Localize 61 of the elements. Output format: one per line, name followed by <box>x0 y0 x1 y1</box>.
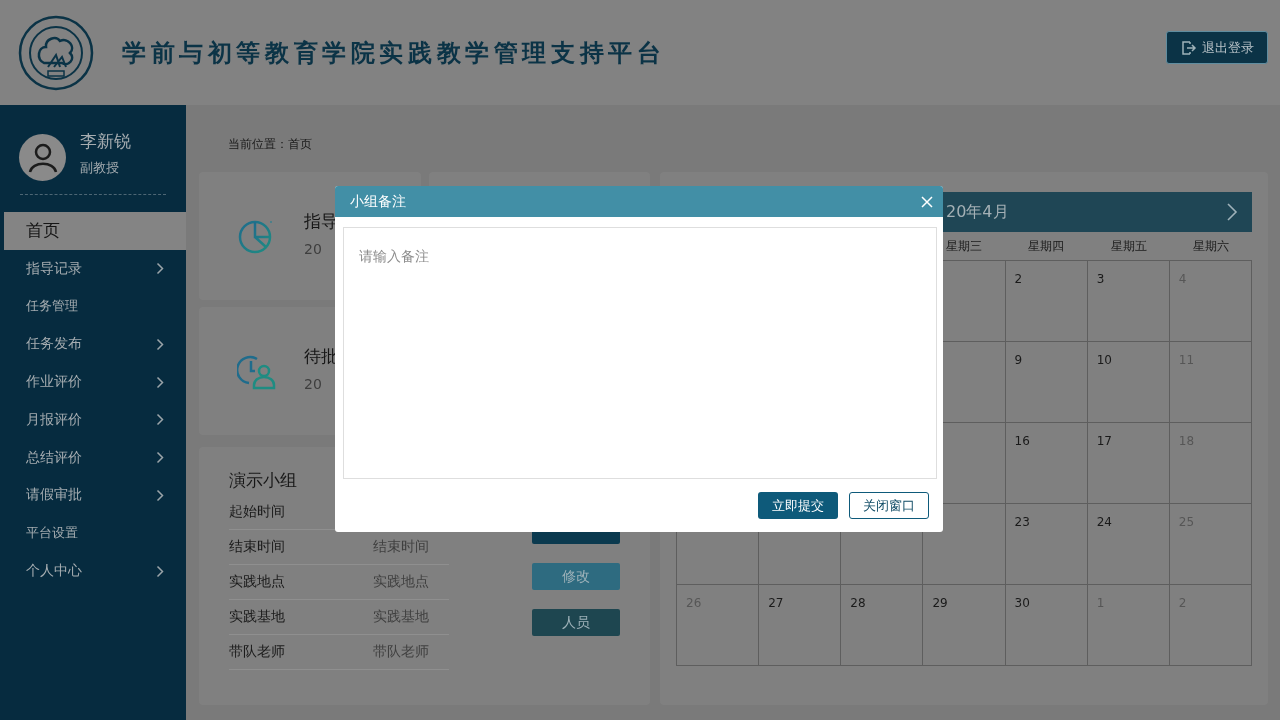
menu-item[interactable]: 总结评价 <box>4 438 186 477</box>
menu-item[interactable]: 个人中心 <box>4 552 186 590</box>
menu-item[interactable]: 作业评价 <box>4 363 186 401</box>
calendar-title: 20年4月 <box>946 201 1009 223</box>
weekday-label: 星期三 <box>945 237 983 255</box>
day-number: 28 <box>850 596 866 610</box>
day-number: 29 <box>932 596 948 610</box>
user-role: 副教授 <box>80 159 120 177</box>
chevron-right-icon <box>156 488 164 502</box>
field-value: 实践基地 <box>373 608 429 626</box>
day-number: 3 <box>1096 272 1105 286</box>
field-label: 实践基地 <box>229 608 285 626</box>
emblem-icon <box>18 14 94 91</box>
day-number: 9 <box>1014 353 1023 367</box>
field-label: 实践地点 <box>229 573 285 591</box>
avatar-icon <box>19 134 66 181</box>
menu-item[interactable]: 请假审批 <box>4 476 186 515</box>
day-number: 27 <box>768 596 784 610</box>
day-number: 10 <box>1096 353 1112 367</box>
group-title: 演示小组 <box>229 469 298 492</box>
chevron-right-icon <box>156 337 164 351</box>
day-number: 17 <box>1096 434 1112 448</box>
weekday-label: 星期四 <box>1027 237 1066 255</box>
day-number: 23 <box>1014 515 1030 529</box>
stat-value: 20 <box>304 375 323 392</box>
breadcrumb: 当前位置：首页 <box>228 137 313 153</box>
chevron-right-icon <box>156 262 164 276</box>
close-button[interactable] <box>919 193 935 210</box>
field-label: 起始时间 <box>229 503 285 521</box>
day-number: 16 <box>1014 434 1030 448</box>
field-value: 带队老师 <box>373 643 429 661</box>
field-label: 结束时间 <box>229 538 285 556</box>
menu-item[interactable]: 月报评价 <box>4 401 186 439</box>
menu-item[interactable]: 指导记录 <box>4 249 186 288</box>
submit-button[interactable]: 立即提交 <box>758 492 838 519</box>
chevron-right-icon <box>156 451 164 465</box>
menu-item[interactable]: 首页 <box>4 212 186 250</box>
menu-item[interactable]: 任务发布 <box>4 325 186 364</box>
stat-value: 20 <box>304 240 323 257</box>
logout-icon <box>1180 39 1197 56</box>
note-input[interactable]: 请输入备注 <box>343 227 937 479</box>
field-value: 结束时间 <box>373 538 429 556</box>
group-button[interactable]: 人员 <box>532 609 620 636</box>
weekday-label: 星期六 <box>1191 237 1230 255</box>
field-label: 带队老师 <box>229 643 285 661</box>
day-number: 24 <box>1096 515 1112 529</box>
app-title: 学前与初等教育学院实践教学管理支持平台 <box>122 37 666 69</box>
menu-item[interactable]: 平台设置 <box>4 514 186 553</box>
user-name: 李新锐 <box>80 130 131 153</box>
field-value: 实践地点 <box>373 573 429 591</box>
chevron-right-icon <box>156 564 164 578</box>
next-month-icon[interactable] <box>1226 202 1238 222</box>
day-number: 30 <box>1014 596 1030 610</box>
dialog-title: 小组备注 <box>350 192 406 211</box>
day-number: 2 <box>1014 272 1023 286</box>
logout-button[interactable]: 退出登录 <box>1166 31 1268 64</box>
chevron-right-icon <box>156 413 164 427</box>
weekday-label: 星期五 <box>1109 237 1148 255</box>
chevron-right-icon <box>156 375 164 389</box>
menu-item[interactable]: 任务管理 <box>4 287 186 326</box>
close-window-button[interactable]: 关闭窗口 <box>849 492 929 519</box>
